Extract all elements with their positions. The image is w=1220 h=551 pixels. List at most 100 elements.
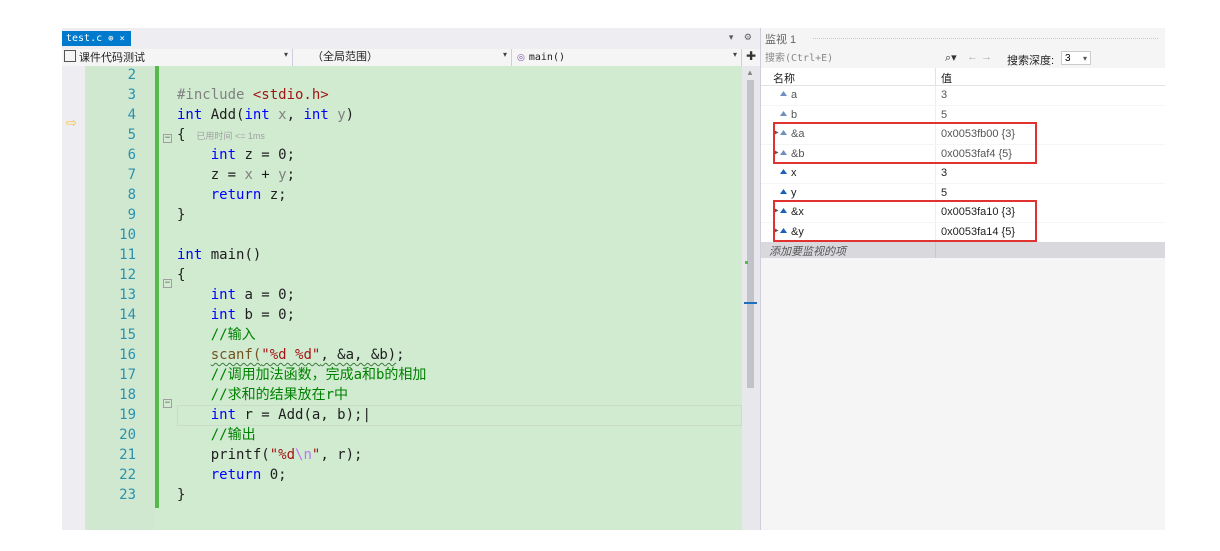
- code-text[interactable]: return 0;: [177, 465, 287, 485]
- code-text[interactable]: printf("%d\n", r);: [177, 445, 363, 465]
- chevron-down-icon[interactable]: ▾: [284, 50, 288, 59]
- code-text[interactable]: scanf("%d %d", &a, &b);: [177, 345, 405, 365]
- code-text[interactable]: z = x + y;: [177, 165, 295, 185]
- chevron-down-icon[interactable]: ▾: [1083, 52, 1087, 66]
- code-token: "%d %d": [261, 347, 321, 363]
- code-text[interactable]: //调用加法函数，完成a和b的相加: [177, 365, 427, 385]
- code-text[interactable]: return z;: [177, 185, 287, 205]
- document-tab-bar: test.c ⊕ × ▾ ⚙: [62, 28, 760, 49]
- pin-icon[interactable]: ⊕: [108, 34, 113, 44]
- watch-row[interactable]: x3: [761, 164, 1165, 183]
- line-number: 8: [127, 187, 136, 203]
- search-depth-value: 3: [1065, 53, 1071, 64]
- column-header-value[interactable]: 值: [941, 70, 952, 86]
- code-token: x: [244, 167, 253, 183]
- code-text[interactable]: //输出: [177, 425, 256, 445]
- code-line[interactable]: 14 int b = 0;: [62, 305, 742, 325]
- chevron-down-icon[interactable]: ▾: [733, 50, 737, 59]
- code-line[interactable]: 15 //输入: [62, 325, 742, 345]
- code-line[interactable]: 21 printf("%d\n", r);: [62, 445, 742, 465]
- editor-vertical-scrollbar[interactable]: ▲: [742, 66, 760, 530]
- scroll-thumb[interactable]: [747, 80, 754, 388]
- scope-dropdown[interactable]: （全局范围）: [312, 50, 502, 65]
- code-line[interactable]: 6 int z = 0;: [62, 145, 742, 165]
- search-depth-select[interactable]: 3 ▾: [1061, 51, 1091, 65]
- fold-toggle-icon[interactable]: −: [163, 279, 172, 288]
- code-token: }: [177, 207, 186, 223]
- project-dropdown[interactable]: 课件代码测试: [64, 50, 289, 65]
- code-line[interactable]: 19 int r = Add(a, b);|: [62, 405, 742, 425]
- code-text[interactable]: {: [177, 265, 185, 285]
- watch-row[interactable]: a3: [761, 86, 1165, 105]
- line-number: 4: [127, 107, 136, 123]
- code-text[interactable]: int Add(int x, int y): [177, 105, 354, 125]
- code-line[interactable]: 10: [62, 225, 742, 245]
- column-header-name[interactable]: 名称: [773, 70, 795, 86]
- line-number: 9: [127, 207, 136, 223]
- search-icon[interactable]: ⌕▾: [945, 51, 957, 65]
- scroll-up-icon[interactable]: ▲: [746, 68, 754, 77]
- code-line[interactable]: 22 return 0;: [62, 465, 742, 485]
- close-icon[interactable]: ×: [120, 34, 125, 44]
- code-text[interactable]: #include <stdio.h>: [177, 85, 329, 105]
- code-text[interactable]: int a = 0;: [177, 285, 295, 305]
- code-token: y: [278, 167, 287, 183]
- fold-toggle-icon[interactable]: −: [163, 134, 172, 143]
- member-name: main(): [528, 52, 565, 63]
- code-line[interactable]: 20 //输出: [62, 425, 742, 445]
- code-text[interactable]: int main(): [177, 245, 261, 265]
- code-line[interactable]: 3 #include <stdio.h>: [62, 85, 742, 105]
- watch-item-name[interactable]: a: [791, 89, 797, 101]
- add-watch-item-row[interactable]: 添加要监视的项: [761, 242, 1165, 258]
- code-line[interactable]: 16 scanf("%d %d", &a, &b);: [62, 345, 742, 365]
- watch-item-value[interactable]: 5: [941, 109, 947, 121]
- watch-item-name[interactable]: b: [791, 109, 797, 121]
- watch-item-value[interactable]: 5: [941, 187, 947, 199]
- code-text[interactable]: int r = Add(a, b);|: [177, 405, 371, 425]
- variable-icon: [780, 169, 787, 174]
- line-number: 11: [119, 247, 136, 263]
- code-line[interactable]: 11 int main(): [62, 245, 742, 265]
- code-text[interactable]: int z = 0;: [177, 145, 295, 165]
- search-nav-arrows[interactable]: ← →: [967, 51, 992, 63]
- code-token: <stdio.h>: [252, 87, 329, 103]
- tab-test-c[interactable]: test.c ⊕ ×: [62, 31, 131, 46]
- watch-item-value[interactable]: 3: [941, 167, 947, 179]
- code-line[interactable]: 8 return z;: [62, 185, 742, 205]
- code-token: b = 0;: [236, 307, 296, 323]
- code-token: int: [210, 287, 237, 303]
- pane-controls[interactable]: ▾ ⚙: [729, 32, 756, 43]
- code-token: a = 0;: [236, 287, 296, 303]
- watch-item-value[interactable]: 3: [941, 89, 947, 101]
- watch-search-input[interactable]: 搜索(Ctrl+E): [765, 51, 948, 66]
- code-text[interactable]: }: [177, 485, 185, 505]
- code-line[interactable]: 13 int a = 0;: [62, 285, 742, 305]
- code-text[interactable]: { 已用时间 <= 1ms: [177, 125, 265, 146]
- watch-item-name[interactable]: y: [791, 187, 797, 199]
- code-line[interactable]: 2: [62, 65, 742, 85]
- code-line[interactable]: 9}: [62, 205, 742, 225]
- code-token: \n: [295, 447, 312, 463]
- member-dropdown[interactable]: ◎ main(): [517, 50, 737, 65]
- code-token: ;: [286, 167, 296, 183]
- code-line[interactable]: 7 z = x + y;: [62, 165, 742, 185]
- code-text[interactable]: //输入: [177, 325, 256, 345]
- execution-pointer-icon[interactable]: ⇨: [66, 115, 77, 131]
- code-text[interactable]: int b = 0;: [177, 305, 295, 325]
- method-icon: ◎: [517, 52, 525, 62]
- code-editor[interactable]: 2 3 #include <stdio.h> 4 int Add(int x, int …: [62, 66, 742, 530]
- chevron-down-icon[interactable]: ▾: [503, 50, 507, 59]
- code-line[interactable]: 17 //调用加法函数，完成a和b的相加: [62, 365, 742, 385]
- split-icon[interactable]: ✚: [746, 49, 756, 63]
- fold-toggle-icon[interactable]: −: [163, 399, 172, 408]
- code-token: z;: [261, 187, 287, 203]
- code-text[interactable]: }: [177, 205, 185, 225]
- code-text[interactable]: //求和的结果放在r中: [177, 385, 348, 405]
- watch-item-name[interactable]: x: [791, 167, 797, 179]
- code-line[interactable]: 23}: [62, 485, 742, 505]
- code-line[interactable]: 4 int Add(int x, int y): [62, 105, 742, 125]
